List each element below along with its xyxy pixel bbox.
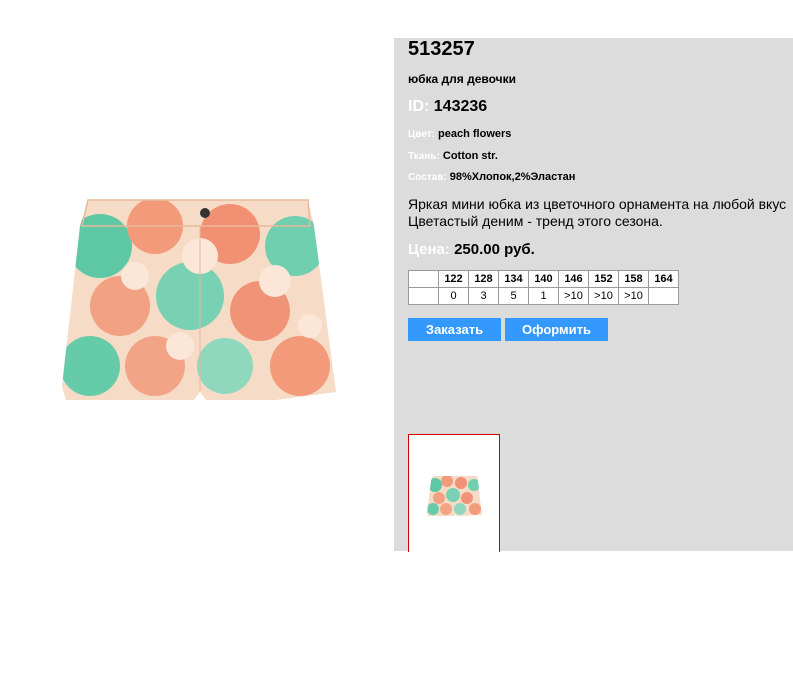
fabric-value: Cotton str. bbox=[442, 150, 498, 162]
size-header-cell: 122 bbox=[438, 270, 469, 288]
stock-cell[interactable]: 1 bbox=[528, 287, 559, 305]
product-article: 513257 bbox=[408, 38, 475, 60]
stock-cell[interactable]: >10 bbox=[588, 287, 619, 305]
price-value: 250.00 руб. bbox=[454, 241, 535, 258]
stock-cell[interactable]: >10 bbox=[618, 287, 649, 305]
composition-value: 98%Хлопок,2%Эластан bbox=[449, 171, 576, 183]
checkout-button[interactable]: Оформить bbox=[505, 318, 608, 341]
id-label: ID: bbox=[408, 98, 430, 115]
size-header-row: 122 128 134 140 146 152 158 164 bbox=[408, 270, 679, 288]
stock-cell[interactable]: 3 bbox=[468, 287, 499, 305]
table-corner-cell bbox=[408, 270, 439, 288]
size-header-cell: 128 bbox=[468, 270, 499, 288]
size-header-cell: 146 bbox=[558, 270, 589, 288]
size-header-cell: 140 bbox=[528, 270, 559, 288]
stock-row-label bbox=[408, 287, 439, 305]
stock-cell: 0 bbox=[438, 287, 469, 305]
composition-row: Состав: 98%Хлопок,2%Эластан bbox=[408, 171, 575, 183]
stock-cell bbox=[648, 287, 679, 305]
skirt-thumbnail-image bbox=[427, 476, 482, 516]
composition-label: Состав: bbox=[408, 172, 447, 183]
color-value: peach flowers bbox=[438, 128, 512, 140]
order-button[interactable]: Заказать bbox=[408, 318, 501, 341]
product-description: Яркая мини юбка из цветочного орнамента … bbox=[408, 196, 793, 230]
size-header-cell: 158 bbox=[618, 270, 649, 288]
product-thumbnail[interactable] bbox=[408, 434, 500, 552]
product-id: ID: 143236 bbox=[408, 98, 487, 116]
size-header-cell: 164 bbox=[648, 270, 679, 288]
stock-row: 0 3 5 1 >10 >10 >10 bbox=[408, 287, 679, 305]
price-label: Цена: bbox=[408, 241, 450, 258]
fabric-label: Ткань: bbox=[408, 151, 440, 162]
color-label: Цвет: bbox=[408, 129, 435, 140]
skirt-photo[interactable] bbox=[60, 186, 340, 414]
size-stock-table: 122 128 134 140 146 152 158 164 0 3 5 1 … bbox=[408, 270, 679, 305]
stock-cell[interactable]: 5 bbox=[498, 287, 529, 305]
product-subtitle: юбка для девочки bbox=[408, 72, 516, 86]
id-value: 143236 bbox=[433, 98, 488, 115]
product-details-panel: 513257 юбка для девочки ID: 143236 Цвет:… bbox=[394, 38, 793, 552]
size-header-cell: 134 bbox=[498, 270, 529, 288]
price-row: Цена: 250.00 руб. bbox=[408, 241, 535, 258]
description-line: Цветастый деним - тренд этого сезона. bbox=[408, 213, 663, 229]
stock-cell[interactable]: >10 bbox=[558, 287, 589, 305]
fabric-row: Ткань: Cotton str. bbox=[408, 150, 498, 162]
description-line: Яркая мини юбка из цветочного орнамента … bbox=[408, 196, 787, 212]
color-row: Цвет: peach flowers bbox=[408, 128, 511, 140]
product-image-pane bbox=[0, 0, 394, 551]
size-header-cell: 152 bbox=[588, 270, 619, 288]
